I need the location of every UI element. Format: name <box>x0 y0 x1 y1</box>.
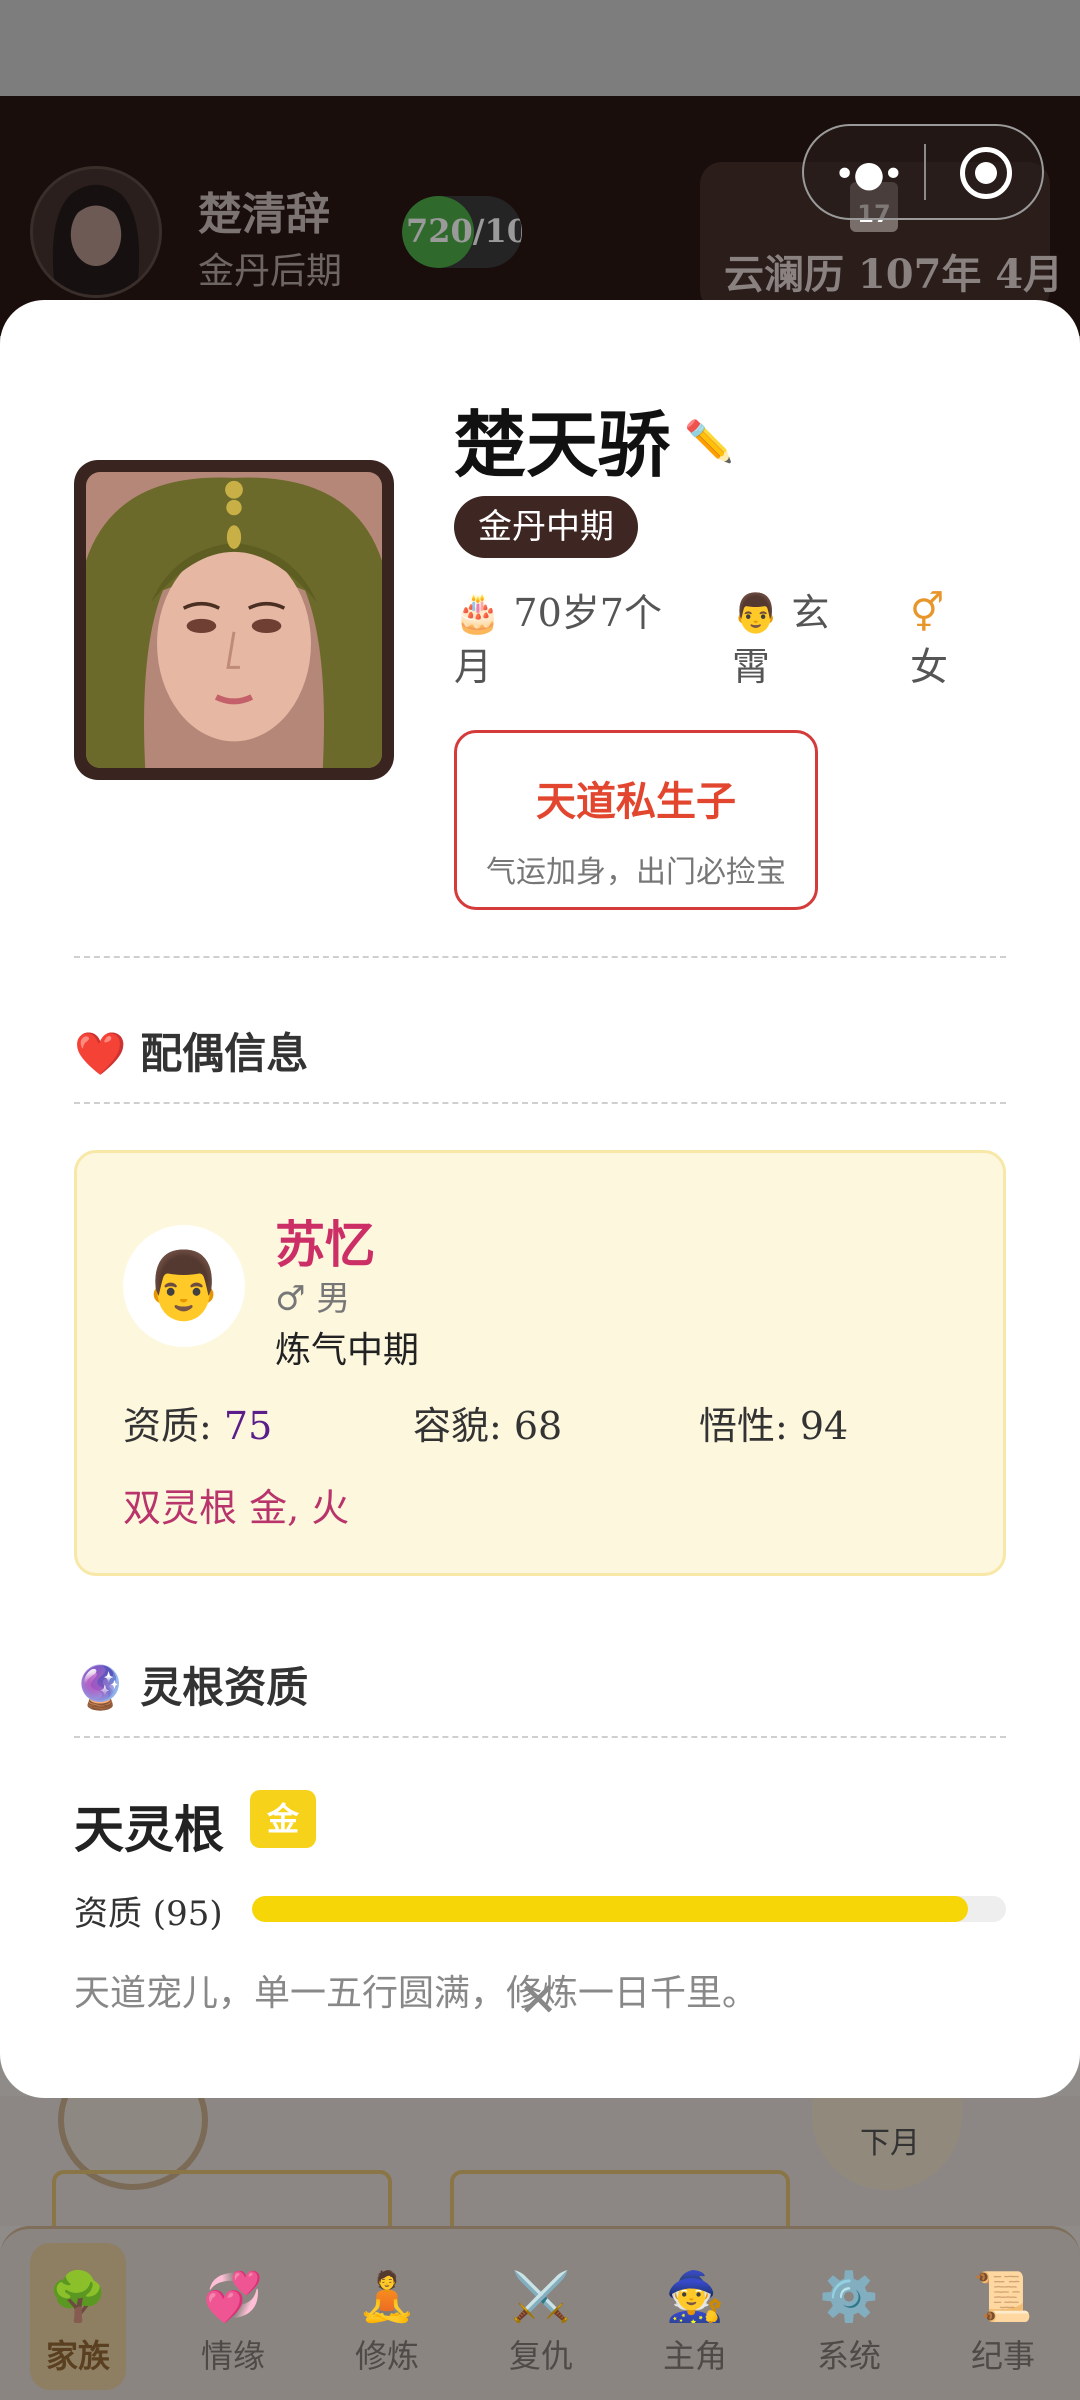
faction-info: 👨 玄霄 <box>732 586 852 694</box>
hearts-icon: 💞 <box>203 2269 263 2325</box>
character-detail-modal: 楚天骄 ✏️ 金丹中期 🎂 70岁7个月 👨 玄霄 ⚥ 女 天道私生子 气运加身… <box>0 300 1080 2098</box>
spouse-name: 苏忆 <box>275 1215 375 1274</box>
spouse-aptitude: 资质: 75 <box>123 1395 272 1450</box>
tab-chronicle[interactable]: 📜 纪事 <box>926 2229 1080 2400</box>
scroll-icon: 📜 <box>973 2269 1033 2325</box>
aptitude-label: 资质: <box>123 1404 224 1448</box>
meditate-icon: 🧘 <box>357 2269 417 2325</box>
trait-description: 气运加身，出门必捡宝 <box>486 855 786 890</box>
tab-label: 情缘 <box>200 2337 265 2375</box>
gender-value: 女 <box>910 645 949 689</box>
player-name: 楚清辞 <box>198 189 330 240</box>
tab-label: 复仇 <box>508 2337 573 2375</box>
quality-bar <box>252 1896 1006 1922</box>
calendar-date: 云澜历 107年 4月 <box>724 251 1064 298</box>
root-section-label: 灵根资质 <box>140 1663 309 1712</box>
tab-romance[interactable]: 💞 情缘 <box>156 2229 310 2400</box>
quality-label: 资质 (95) <box>74 1894 223 1934</box>
close-miniprogram-icon[interactable] <box>960 147 1012 199</box>
hp-text: 720/1000 <box>406 212 522 250</box>
tab-label: 纪事 <box>970 2337 1035 2375</box>
realm-badge: 金丹中期 <box>454 496 638 558</box>
tab-label: 主角 <box>662 2337 727 2375</box>
spouse-realm: 炼气中期 <box>275 1330 420 1371</box>
trait-title: 天道私生子 <box>536 778 736 825</box>
tab-system[interactable]: ⚙️ 系统 <box>772 2229 926 2400</box>
aptitude-value: 75 <box>223 1404 273 1448</box>
tab-label: 系统 <box>816 2337 881 2375</box>
spirit-root-name: 天灵根 <box>74 1800 224 1859</box>
spouse-looks: 容貌: 68 <box>413 1404 563 1448</box>
crystal-ball-icon: 🔮 <box>74 1663 127 1712</box>
divider <box>74 1102 1006 1104</box>
gender-symbol-icon: ⚥ <box>910 591 945 635</box>
tab-family[interactable]: 🌳 家族 <box>30 2243 126 2390</box>
heart-icon: ❤️ <box>74 1029 127 1078</box>
miniprogram-capsule: •●• <box>802 124 1044 220</box>
character-portrait <box>74 460 394 780</box>
root-section-title: 🔮 灵根资质 <box>74 1654 308 1715</box>
person-icon: 👨 <box>732 591 780 635</box>
tab-protagonist[interactable]: 🧙 主角 <box>618 2229 772 2400</box>
cake-icon: 🎂 <box>454 591 502 635</box>
tab-revenge[interactable]: ⚔️ 复仇 <box>464 2229 618 2400</box>
spouse-card[interactable]: 👨 苏忆 ♂ 男 炼气中期 资质: 75 容貌: 68 悟性: 94 双灵根 金… <box>74 1150 1006 1576</box>
divider <box>74 1736 1006 1738</box>
element-badge: 金 <box>250 1790 316 1848</box>
tab-cultivate[interactable]: 🧘 修炼 <box>310 2229 464 2400</box>
age-info: 🎂 70岁7个月 <box>454 586 664 694</box>
hp-bar: 720/1000 <box>402 196 522 268</box>
spouse-section-label: 配偶信息 <box>140 1029 309 1078</box>
tab-label: 修炼 <box>354 2337 419 2375</box>
spouse-spirit-root: 双灵根 金, 火 <box>123 1486 350 1530</box>
tree-icon: 🌳 <box>48 2269 108 2325</box>
spouse-section-title: ❤️ 配偶信息 <box>74 1020 308 1081</box>
spouse-avatar: 👨 <box>123 1225 245 1347</box>
status-bar <box>0 0 1080 96</box>
tab-label: 家族 <box>45 2337 110 2375</box>
quality-bar-fill <box>252 1896 969 1922</box>
player-avatar[interactable] <box>30 166 162 298</box>
gear-icon: ⚙️ <box>819 2269 879 2325</box>
close-icon[interactable]: ✕ <box>518 1972 558 2028</box>
gender-info: ⚥ 女 <box>910 586 990 694</box>
character-name: 楚天骄 <box>454 402 671 487</box>
capsule-divider <box>924 144 926 200</box>
edit-name-icon[interactable]: ✏️ <box>684 418 734 465</box>
next-month-label: 下月 <box>860 2126 920 2161</box>
divider <box>74 956 1006 958</box>
more-menu-icon[interactable]: •●• <box>834 154 904 195</box>
mage-icon: 🧙 <box>665 2269 725 2325</box>
swords-icon: ⚔️ <box>511 2269 571 2325</box>
bottom-tab-bar: 🌳 家族 💞 情缘 🧘 修炼 ⚔️ 复仇 🧙 主角 ⚙️ 系统 📜 纪事 <box>0 2226 1080 2400</box>
trait-card[interactable]: 天道私生子 气运加身，出门必捡宝 <box>454 730 818 910</box>
spouse-comprehension: 悟性: 94 <box>699 1404 849 1448</box>
root-description: 天道宠儿，单一五行圆满，修炼一日千里。 <box>74 1973 759 2014</box>
spouse-gender: ♂ 男 <box>275 1279 351 1319</box>
player-realm: 金丹后期 <box>198 251 343 292</box>
